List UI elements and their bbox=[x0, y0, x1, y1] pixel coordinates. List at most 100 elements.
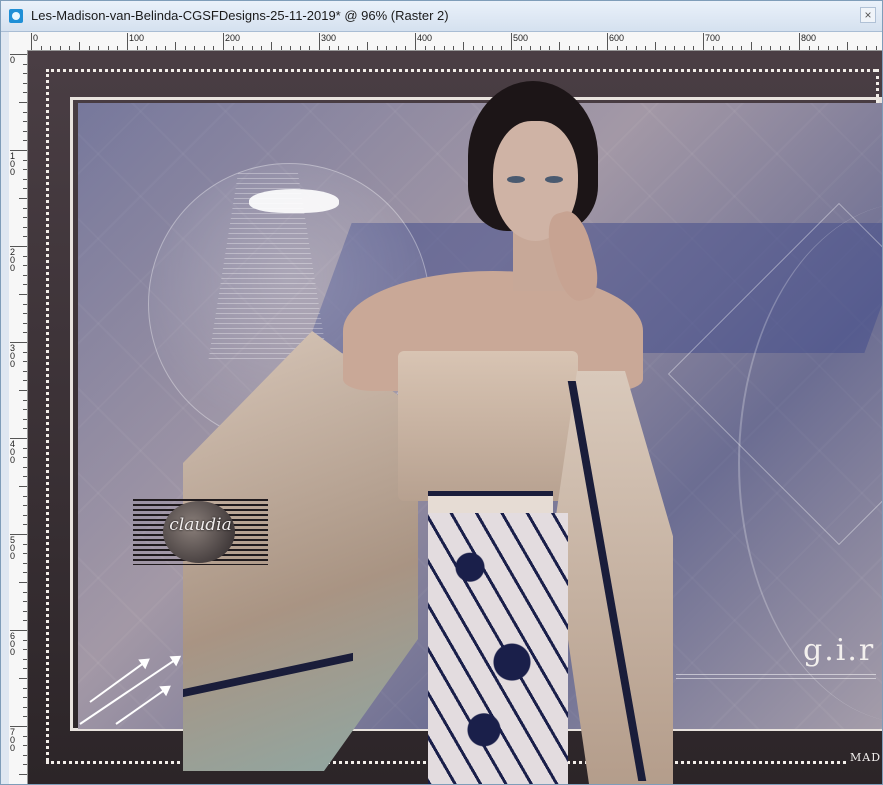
ruler-tick bbox=[664, 46, 666, 50]
ruler-tick bbox=[19, 390, 27, 391]
ruler-tick bbox=[23, 447, 27, 449]
ruler-tick bbox=[23, 236, 27, 238]
ruler-tick bbox=[40, 46, 42, 50]
horizontal-ruler[interactable]: 0 100 200 300 400 500 600 700 800 bbox=[27, 32, 882, 51]
small-caption bbox=[676, 671, 876, 682]
ruler-tick bbox=[23, 697, 27, 699]
ruler-tick bbox=[415, 33, 416, 50]
ruler-tick bbox=[299, 46, 301, 50]
ruler-tick bbox=[23, 591, 27, 593]
ruler-tick bbox=[856, 46, 858, 50]
ruler-tick bbox=[23, 399, 27, 401]
ruler-tick bbox=[338, 46, 340, 50]
ruler-label: 100 bbox=[10, 151, 16, 177]
ruler-tick bbox=[23, 169, 27, 171]
ruler-tick bbox=[175, 42, 176, 50]
ruler-tick bbox=[23, 649, 27, 651]
ruler-tick bbox=[23, 524, 27, 526]
ruler-tick bbox=[607, 33, 608, 50]
ruler-tick bbox=[597, 46, 599, 50]
ruler-tick bbox=[23, 322, 27, 324]
ruler-tick bbox=[23, 418, 27, 420]
ruler-tick bbox=[155, 46, 157, 50]
ruler-tick bbox=[19, 198, 27, 199]
ruler-tick bbox=[808, 46, 810, 50]
ruler-label: 200 bbox=[10, 247, 16, 273]
bodice bbox=[398, 351, 578, 501]
ruler-tick bbox=[23, 572, 27, 574]
ruler-tick bbox=[290, 46, 292, 50]
ruler-tick bbox=[23, 495, 27, 497]
ruler-label: 0 bbox=[10, 55, 16, 65]
ruler-tick bbox=[511, 33, 512, 50]
ruler-tick bbox=[23, 255, 27, 257]
ruler-tick bbox=[23, 274, 27, 276]
ruler-tick bbox=[645, 46, 647, 50]
ruler-label: 700 bbox=[705, 33, 721, 43]
ruler-tick bbox=[23, 332, 27, 334]
ruler-tick bbox=[19, 102, 27, 103]
ruler-tick bbox=[23, 754, 27, 756]
ruler-tick bbox=[559, 42, 560, 50]
ruler-tick bbox=[23, 764, 27, 766]
ruler-tick bbox=[23, 668, 27, 670]
ruler-tick bbox=[23, 92, 27, 94]
ruler-tick bbox=[23, 409, 27, 411]
ruler-tick bbox=[847, 42, 848, 50]
dotted-border-left bbox=[46, 69, 49, 761]
vertical-ruler[interactable]: 0 100 200 300 400 500 600 700 bbox=[9, 50, 28, 784]
ruler-label: 0 bbox=[33, 33, 39, 43]
close-button[interactable]: × bbox=[860, 7, 876, 23]
title-bar[interactable]: Les-Madison-van-Belinda-CGSFDesigns-25-1… bbox=[1, 1, 882, 32]
ruler-tick bbox=[357, 46, 359, 50]
ruler-label: 500 bbox=[513, 33, 529, 43]
ruler-tick bbox=[23, 140, 27, 142]
ruler-tick bbox=[271, 42, 272, 50]
ruler-tick bbox=[261, 46, 263, 50]
ruler-tick bbox=[23, 303, 27, 305]
ruler-tick bbox=[722, 46, 724, 50]
image-window: Les-Madison-van-Belinda-CGSFDesigns-25-1… bbox=[0, 0, 883, 785]
window-title: Les-Madison-van-Belinda-CGSFDesigns-25-1… bbox=[31, 8, 449, 23]
ruler-tick bbox=[23, 313, 27, 315]
ruler-tick bbox=[280, 46, 282, 50]
left-eye bbox=[507, 176, 525, 183]
watermark-text: claudia bbox=[169, 515, 232, 535]
ruler-tick bbox=[626, 46, 628, 50]
ruler-tick bbox=[837, 46, 839, 50]
ruler-label: 800 bbox=[801, 33, 817, 43]
image-canvas[interactable]: claudia g.i.r MAD bbox=[28, 51, 882, 784]
ruler-tick bbox=[79, 42, 80, 50]
ruler-tick bbox=[578, 46, 580, 50]
ruler-tick bbox=[712, 46, 714, 50]
ruler-tick bbox=[117, 46, 119, 50]
ruler-tick bbox=[98, 46, 100, 50]
watermark-stamp: claudia bbox=[133, 499, 268, 565]
ruler-tick bbox=[23, 217, 27, 219]
ruler-tick bbox=[107, 46, 109, 50]
ruler-tick bbox=[530, 46, 532, 50]
ruler-tick bbox=[31, 33, 32, 50]
ruler-tick bbox=[19, 678, 27, 679]
ruler-tick bbox=[453, 46, 455, 50]
ruler-tick bbox=[23, 543, 27, 545]
ruler-label: 100 bbox=[129, 33, 145, 43]
ruler-tick bbox=[19, 294, 27, 295]
ruler-tick bbox=[424, 46, 426, 50]
ruler-tick bbox=[242, 46, 244, 50]
ruler-tick bbox=[693, 46, 695, 50]
ruler-tick bbox=[674, 46, 676, 50]
ruler-tick bbox=[127, 33, 128, 50]
ruler-tick bbox=[463, 42, 464, 50]
ruler-label: 300 bbox=[321, 33, 337, 43]
ruler-tick bbox=[184, 46, 186, 50]
right-sleeve bbox=[553, 371, 673, 784]
ruler-tick bbox=[549, 46, 551, 50]
ruler-tick bbox=[635, 46, 637, 50]
ruler-tick bbox=[23, 226, 27, 228]
ruler-tick bbox=[367, 42, 368, 50]
ruler-tick bbox=[23, 601, 27, 603]
ruler-tick bbox=[23, 735, 27, 737]
ruler-tick bbox=[23, 745, 27, 747]
ruler-tick bbox=[23, 121, 27, 123]
